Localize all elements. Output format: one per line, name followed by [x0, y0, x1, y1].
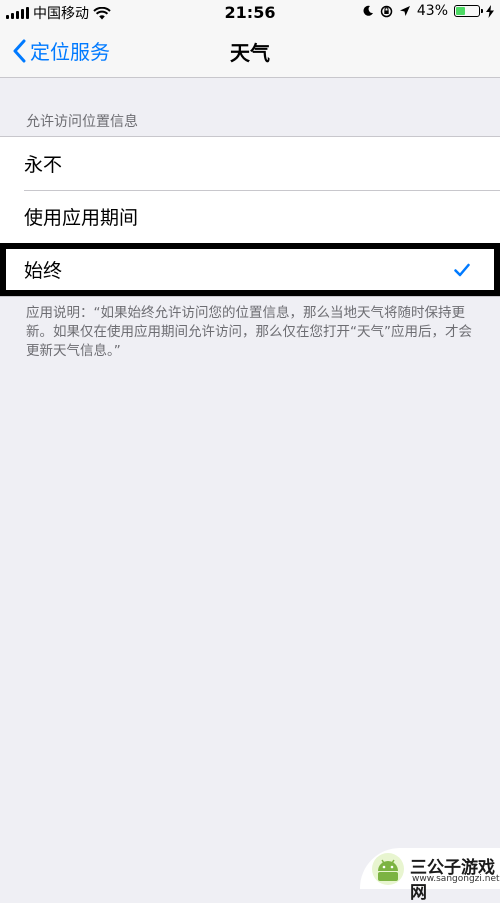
option-label: 始终	[24, 260, 63, 282]
battery-percentage: 43%	[416, 3, 448, 19]
option-never[interactable]: 永不	[0, 137, 500, 190]
back-button[interactable]: 定位服务	[12, 36, 110, 65]
watermark-url: www.sangongzi.net	[412, 874, 500, 884]
option-always[interactable]: 始终	[0, 243, 500, 296]
cellular-signal-icon	[6, 7, 29, 19]
footer-explanation: 应用说明：“如果始终允许访问您的位置信息，那么当地天气将随时保持更新。如果仅在使…	[26, 305, 472, 359]
checkmark-icon	[454, 263, 470, 276]
carrier-name: 中国移动	[33, 6, 89, 22]
rotation-lock-icon	[380, 5, 393, 17]
back-label: 定位服务	[30, 40, 110, 64]
location-access-options: 永不 使用应用期间 始终	[0, 136, 500, 297]
location-arrow-icon	[399, 6, 410, 16]
charging-bolt-icon	[486, 4, 494, 18]
android-logo-icon	[372, 853, 404, 885]
moon-icon	[363, 5, 373, 16]
option-label: 使用应用期间	[24, 207, 139, 229]
status-bar: 中国移动 21:56 43%	[0, 0, 500, 26]
chevron-left-icon	[13, 39, 26, 62]
navigation-bar: 定位服务 天气	[0, 26, 500, 78]
option-while-using[interactable]: 使用应用期间	[0, 190, 500, 243]
section-header: 允许访问位置信息	[26, 114, 138, 130]
battery-icon	[454, 5, 483, 17]
wifi-icon	[93, 6, 111, 19]
option-label: 永不	[24, 154, 63, 176]
